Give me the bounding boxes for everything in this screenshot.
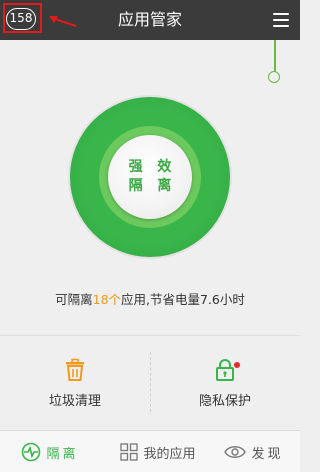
- eye-icon: [224, 446, 247, 458]
- notification-dot: [234, 362, 240, 368]
- isolation-status-text: 可隔离18个应用,节省电量7.6小时: [0, 289, 300, 308]
- bottom-nav: 隔离 我的应用 发现: [0, 430, 300, 472]
- privacy-protect-label: 隐私保护: [198, 394, 251, 409]
- status-prefix: 可隔离: [55, 292, 93, 307]
- force-isolate-button[interactable]: 强 效 隔 离: [108, 135, 192, 219]
- page-title: 应用管家: [117, 10, 182, 29]
- privacy-protect-button[interactable]: 隐私保护: [150, 352, 300, 412]
- status-count: 18个: [92, 292, 122, 307]
- tab-discover-label: 发现: [251, 446, 284, 462]
- tab-my-apps[interactable]: 我的应用: [108, 431, 208, 472]
- menu-icon[interactable]: [273, 13, 289, 27]
- force-isolate-line2: 隔 离: [128, 178, 177, 194]
- annotation-highlight-box: [3, 3, 42, 33]
- junk-clean-button[interactable]: 垃圾清理: [0, 352, 150, 412]
- pulse-icon: [22, 442, 41, 462]
- junk-clean-label: 垃圾清理: [48, 394, 101, 409]
- progress-track-line: [274, 40, 276, 73]
- tab-isolate[interactable]: 隔离: [10, 431, 90, 472]
- section-divider: [0, 335, 300, 336]
- progress-track-dot: [268, 71, 280, 83]
- status-suffix: 应用,节省电量7.6小时: [121, 292, 245, 307]
- tab-discover[interactable]: 发现: [214, 431, 294, 472]
- trash-icon: [66, 358, 84, 381]
- lock-icon: [216, 359, 234, 381]
- tab-my-apps-label: 我的应用: [143, 446, 196, 462]
- force-isolate-line1: 强 效: [128, 159, 177, 175]
- grid-icon: [120, 443, 139, 461]
- annotation-arrow-icon: [49, 16, 77, 27]
- tab-isolate-label: 隔离: [46, 446, 79, 462]
- app-screen: 应用管家 158 强 效 隔 离 可隔离18个应用,节省电量7.6小时 垃圾清理: [0, 0, 300, 472]
- header-bar: 应用管家 158: [0, 0, 300, 40]
